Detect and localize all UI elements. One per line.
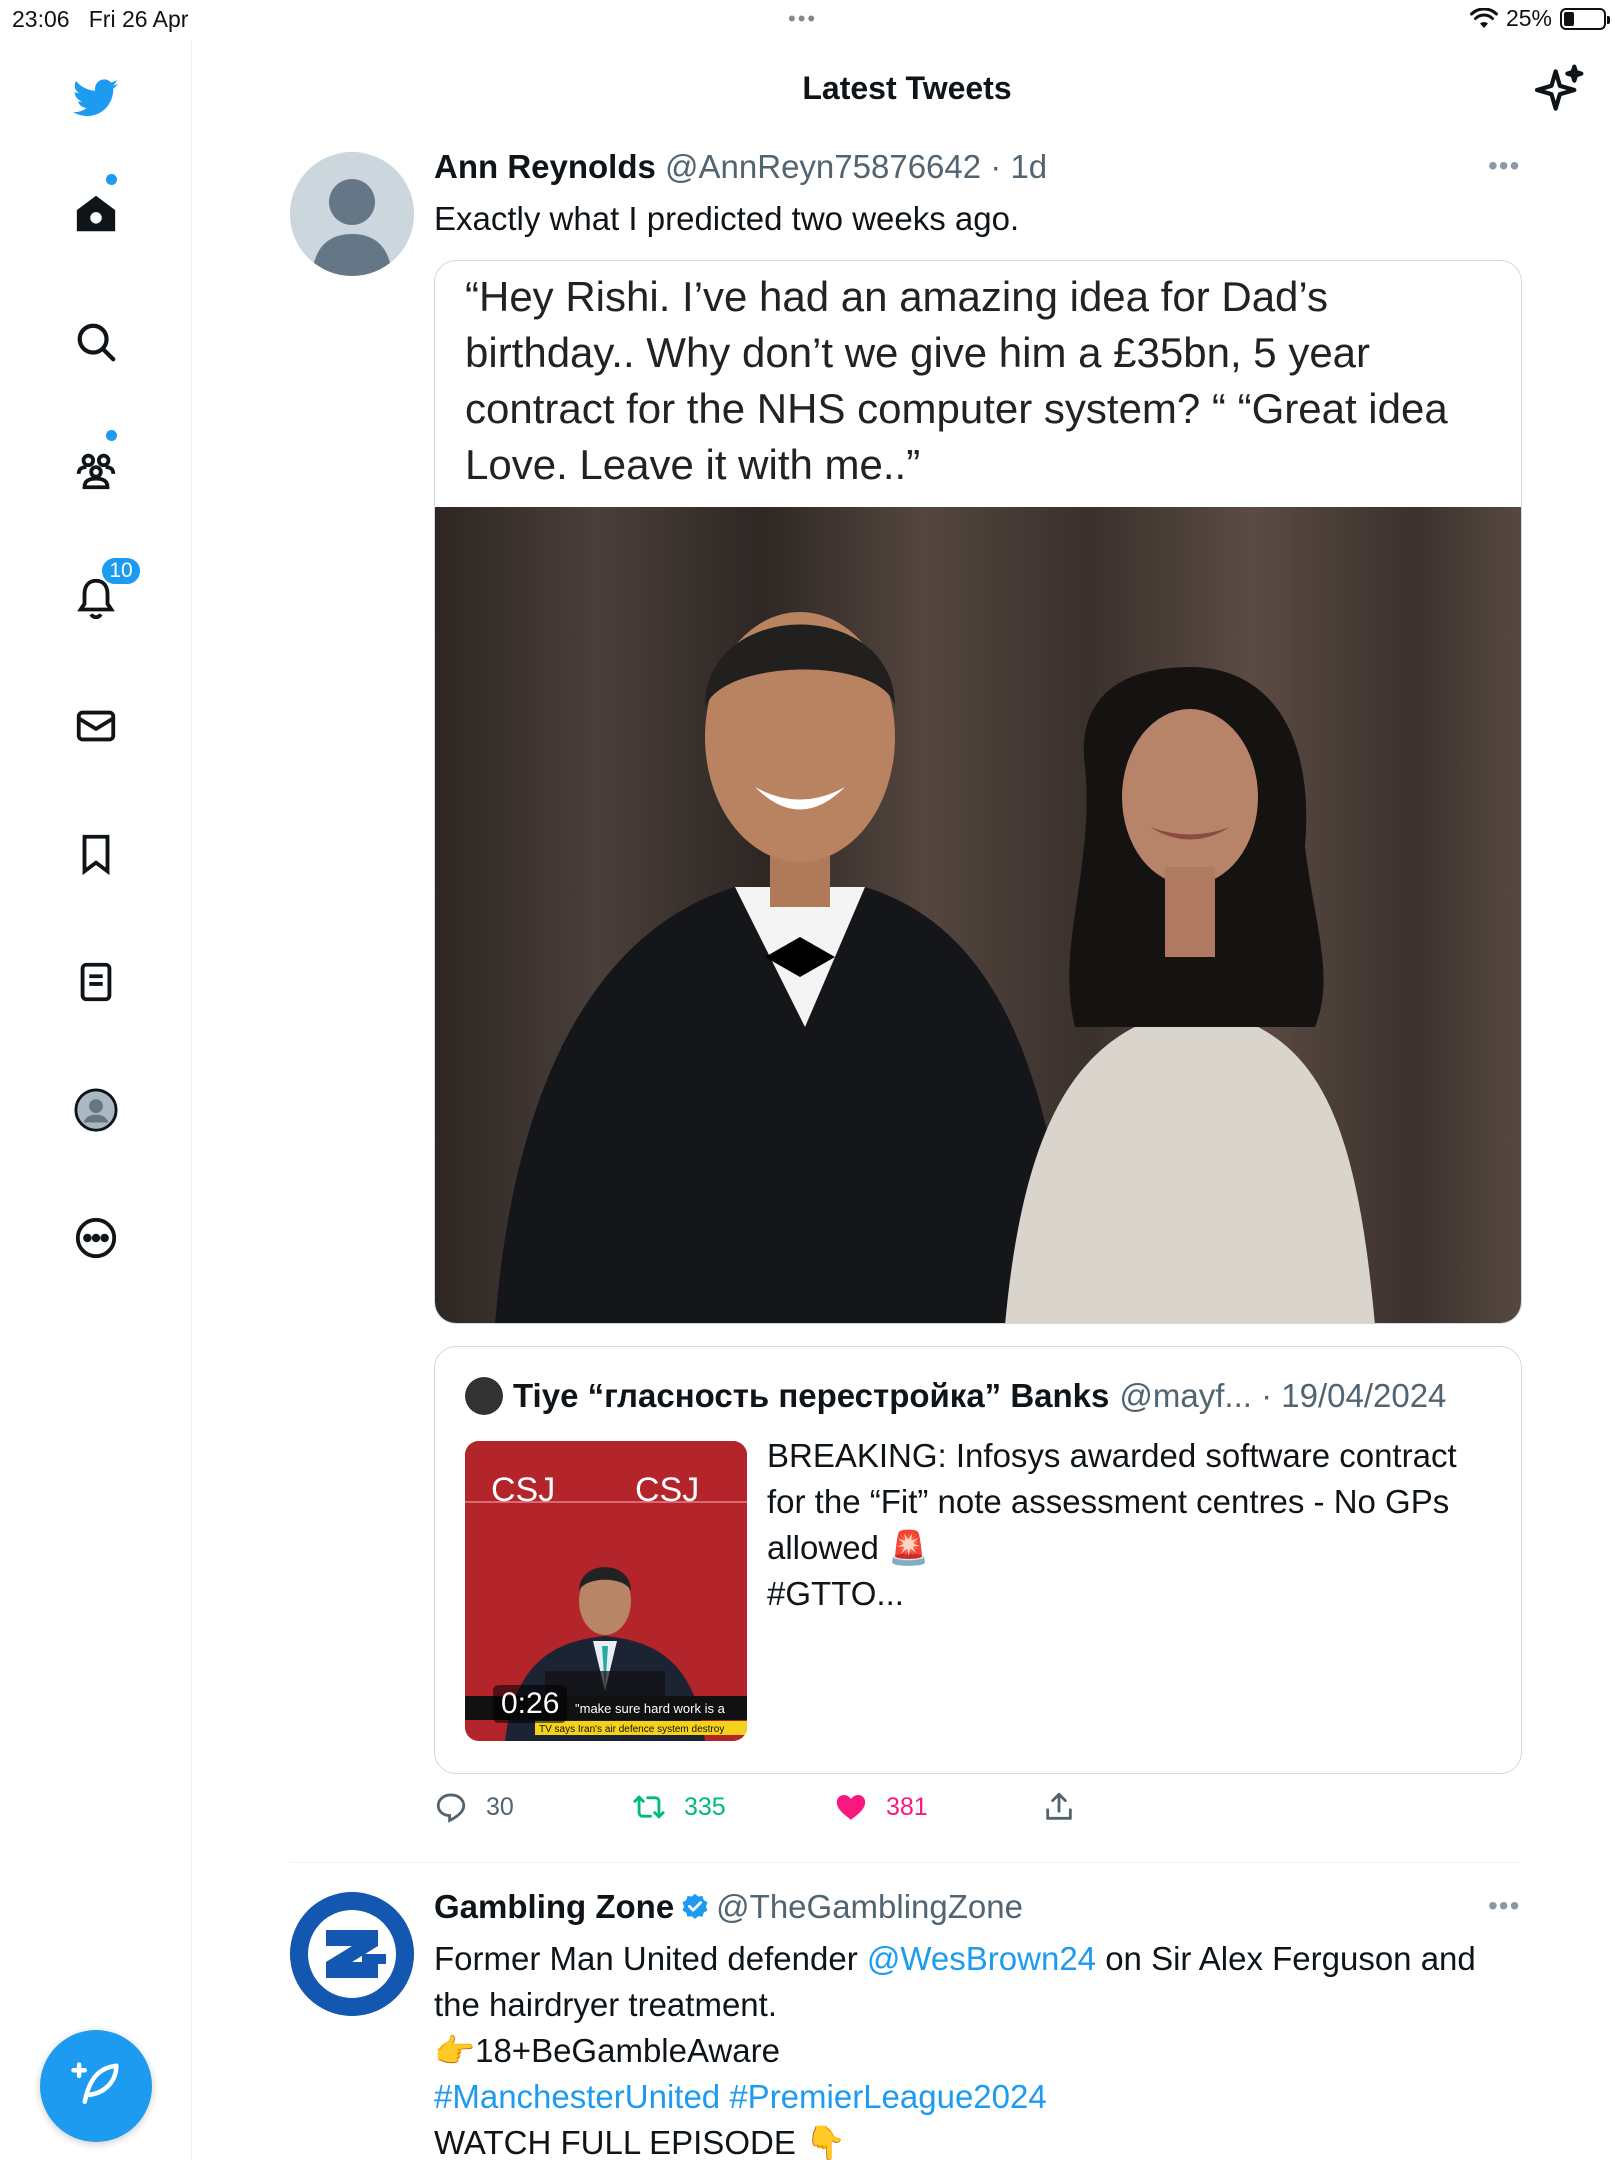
communities-icon[interactable]	[66, 440, 126, 500]
media-caption-text: “Hey Rishi. I’ve had an amazing idea for…	[465, 273, 1448, 488]
tweet2-author-name[interactable]: Gambling Zone	[434, 1888, 674, 1925]
quote-meta-separator: ·	[1251, 1377, 1282, 1414]
svg-text:CSJ: CSJ	[491, 1471, 555, 1509]
couple-photo	[435, 507, 1521, 1323]
reply-button[interactable]: 30	[434, 1790, 514, 1824]
quote-author-name: Tiye “гласность перестройка” Banks	[513, 1377, 1110, 1414]
author-handle[interactable]: @AnnReyn75876642	[665, 148, 981, 185]
reply-icon	[436, 1793, 466, 1823]
mention-link[interactable]: @WesBrown24	[867, 1940, 1096, 1977]
quote-text: BREAKING: Infosys awarded software contr…	[767, 1433, 1497, 1617]
status-right: 25%	[1469, 5, 1610, 32]
retweet-button[interactable]: 335	[632, 1790, 726, 1824]
svg-text:CSJ: CSJ	[635, 1471, 699, 1509]
reply-count: 30	[486, 1792, 514, 1821]
share-icon	[1046, 1792, 1072, 1820]
top-tweets-sparkle-icon[interactable]	[1530, 62, 1586, 118]
messages-icon[interactable]	[66, 696, 126, 756]
quote-header: Tiye “гласность перестройка” Banks @mayf…	[465, 1377, 1446, 1415]
quote-text-line1: BREAKING: Infosys awarded software contr…	[767, 1437, 1457, 1566]
video-duration: 0:26	[493, 1685, 568, 1723]
status-time: 23:06 Fri 26 Apr	[12, 6, 189, 32]
like-count: 381	[886, 1792, 928, 1821]
battery-icon	[1560, 7, 1610, 30]
tweet2-line2: 👉18+BeGambleAware	[434, 2032, 780, 2069]
author-name[interactable]: Ann Reynolds	[434, 148, 656, 185]
search-icon[interactable]	[66, 312, 126, 372]
tweet2-header: Gambling Zone @TheGamblingZone	[434, 1888, 1023, 1926]
tweet-media[interactable]: “Hey Rishi. I’ve had an amazing idea for…	[434, 260, 1522, 1324]
tweet2-author-handle[interactable]: @TheGamblingZone	[716, 1888, 1023, 1925]
retweet-count: 335	[684, 1792, 726, 1821]
like-button[interactable]: 381	[834, 1790, 928, 1824]
quote-text-line2: #GTTO...	[767, 1575, 904, 1612]
retweet-icon	[633, 1795, 665, 1819]
home-unread-dot	[106, 174, 117, 185]
tweet2-text-part1: Former Man United defender	[434, 1940, 867, 1977]
verified-badge-icon	[682, 1893, 708, 1919]
tweet-header: Ann Reynolds @AnnReyn75876642 · 1d	[434, 148, 1047, 186]
compose-tweet-button[interactable]	[40, 2030, 152, 2142]
status-bar: 23:06 Fri 26 Apr ••• 25%	[0, 0, 1620, 40]
quote-avatar	[465, 1377, 503, 1415]
gambling-zone-avatar[interactable]	[290, 1892, 414, 2016]
tweet2-line4: WATCH FULL EPISODE 👇	[434, 2124, 847, 2160]
quote-author-handle: @mayf...	[1119, 1377, 1252, 1414]
profile-icon[interactable]	[66, 1080, 126, 1140]
compose-feather-icon	[71, 2062, 119, 2104]
tweet-time[interactable]: 1d	[1010, 148, 1047, 185]
tweet-text: Exactly what I predicted two weeks ago.	[434, 200, 1020, 237]
home-icon[interactable]	[66, 184, 126, 244]
notifications-badge: 10	[100, 556, 142, 586]
quote-date: 19/04/2024	[1281, 1377, 1447, 1414]
heart-icon	[836, 1794, 866, 1820]
page-title: Latest Tweets	[802, 70, 1012, 106]
svg-text:"make sure hard work is a: "make sure hard work is a	[575, 1701, 726, 1716]
quote-video-thumbnail[interactable]: CSJ CSJ "make sure hard work is a TV say…	[465, 1441, 747, 1741]
lists-icon[interactable]	[66, 952, 126, 1012]
meta-separator: ·	[981, 148, 1011, 185]
tweet2-more-icon[interactable]: •••	[1488, 1890, 1520, 1922]
tweet2-text: Former Man United defender @WesBrown24 o…	[434, 1936, 1524, 2160]
tweet-actions: 30 335 381	[434, 1790, 1134, 1838]
quoted-tweet[interactable]: Tiye “гласность перестройка” Banks @mayf…	[434, 1346, 1522, 1774]
tweet-more-icon[interactable]: •••	[1488, 150, 1520, 182]
share-button[interactable]	[1042, 1790, 1076, 1824]
battery-percent: 25%	[1505, 5, 1552, 31]
bookmarks-icon[interactable]	[66, 824, 126, 884]
twitter-logo-icon[interactable]	[66, 68, 126, 128]
more-options-icon[interactable]	[66, 1208, 126, 1268]
multitasking-dots[interactable]: •••	[788, 6, 817, 32]
sidebar: 10	[0, 40, 192, 2160]
svg-text:TV says Iran's air defence sys: TV says Iran's air defence system destro…	[539, 1724, 724, 1735]
tweet-divider	[290, 1862, 1522, 1863]
avatar[interactable]	[290, 152, 414, 276]
hashtag-links[interactable]: #ManchesterUnited #PremierLeague2024	[434, 2074, 1524, 2120]
wifi-icon	[1469, 7, 1498, 28]
communities-unread-dot	[106, 430, 117, 441]
